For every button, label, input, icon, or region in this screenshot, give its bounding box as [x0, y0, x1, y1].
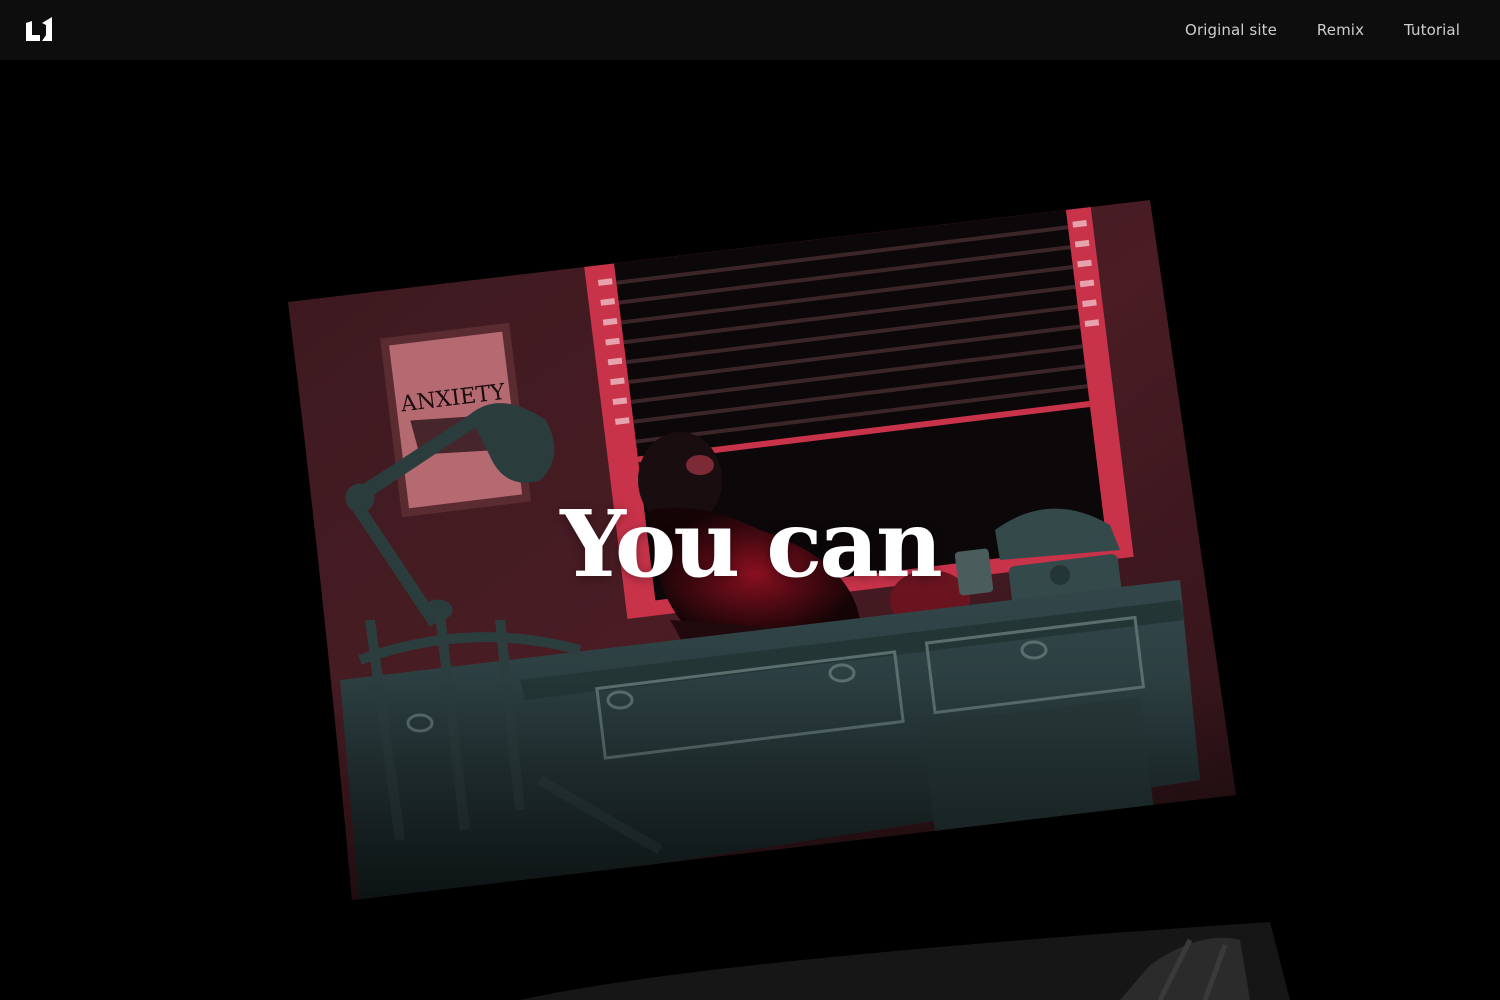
top-bar: Original site Remix Tutorial	[0, 0, 1500, 60]
main-nav: Original site Remix Tutorial	[1185, 21, 1460, 39]
nav-link-original-site[interactable]: Original site	[1185, 21, 1277, 39]
hero-stage: ANXIETY You can	[0, 60, 1500, 1000]
next-card	[520, 922, 1290, 1000]
logo-icon[interactable]	[24, 15, 54, 45]
nav-link-remix[interactable]: Remix	[1317, 21, 1364, 39]
nav-link-tutorial[interactable]: Tutorial	[1404, 21, 1460, 39]
hero-headline: You can	[560, 490, 942, 598]
